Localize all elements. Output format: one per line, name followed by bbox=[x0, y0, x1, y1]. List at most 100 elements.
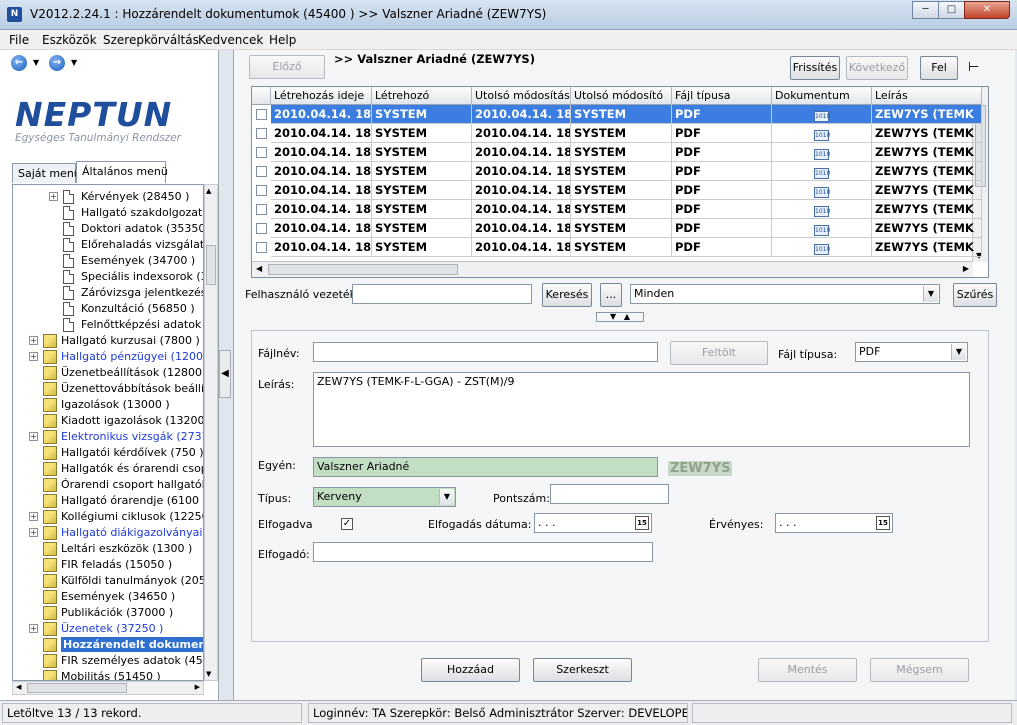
expand-icon[interactable]: + bbox=[29, 352, 38, 361]
grid-cell[interactable]: SYSTEM bbox=[571, 219, 672, 238]
grid-cell[interactable]: 2010.04.14. 18:0 bbox=[472, 143, 571, 162]
tree-horizontal-scrollbar[interactable]: ◀ ▶ bbox=[12, 681, 204, 695]
valid-date-field[interactable]: . . . 15 bbox=[775, 513, 893, 533]
maximize-button[interactable]: □ bbox=[938, 1, 965, 19]
grid-horizontal-scrollbar[interactable]: ◀ ▶ bbox=[252, 261, 973, 277]
grid-scroll-left-icon[interactable]: ◀ bbox=[256, 264, 262, 273]
grid-cell[interactable]: SYSTEM bbox=[571, 162, 672, 181]
person-field[interactable]: Valszner Ariadné bbox=[313, 457, 658, 477]
grid-cell[interactable]: ZEW7YS (TEMK bbox=[872, 181, 982, 200]
grid-cell[interactable]: PDF bbox=[672, 200, 772, 219]
grid-cell[interactable]: 2010.04.14. 18:0 bbox=[271, 105, 372, 124]
grid-hscroll-thumb[interactable] bbox=[268, 264, 458, 275]
row-checkbox[interactable] bbox=[256, 166, 267, 177]
grid-cell[interactable]: SYSTEM bbox=[372, 143, 472, 162]
grid-cell[interactable]: 2010.04.14. 18:0 bbox=[271, 200, 372, 219]
grid-cell[interactable]: 2010.04.14. 18:0 bbox=[472, 105, 571, 124]
grid-cell[interactable]: 2010.04.14. 18:0 bbox=[472, 124, 571, 143]
document-cell[interactable]: 1010 bbox=[772, 238, 872, 257]
up-button[interactable]: Fel bbox=[920, 56, 958, 80]
menu-help[interactable]: Help bbox=[269, 33, 296, 47]
row-checkbox[interactable] bbox=[256, 185, 267, 196]
back-icon[interactable]: ← bbox=[11, 55, 27, 71]
pin-icon[interactable]: ⊢ bbox=[968, 60, 979, 75]
grid-cell[interactable]: ZEW7YS (TEMK bbox=[872, 162, 982, 181]
menu-file[interactable]: File bbox=[9, 33, 29, 47]
add-button[interactable]: Hozzáad bbox=[421, 658, 520, 682]
document-icon[interactable]: 1010 bbox=[814, 149, 830, 160]
column-header[interactable]: Fájl típusa bbox=[672, 87, 772, 105]
chevron-down-icon[interactable]: ▼ bbox=[923, 286, 938, 302]
column-header[interactable]: Létrehozás ideje bbox=[271, 87, 372, 105]
arrow-down-icon[interactable]: ▼ bbox=[610, 312, 616, 321]
grid-cell[interactable]: 2010.04.14. 18:0 bbox=[472, 200, 571, 219]
scroll-down-icon[interactable]: ▼ bbox=[206, 670, 211, 678]
tree-scroll-thumb[interactable] bbox=[206, 245, 216, 285]
row-checkbox[interactable] bbox=[256, 109, 267, 120]
menu-tools[interactable]: Eszközök bbox=[42, 33, 97, 47]
grid-cell[interactable]: ZEW7YS (TEMK bbox=[872, 105, 982, 124]
grid-cell[interactable]: PDF bbox=[672, 124, 772, 143]
grid-cell[interactable]: SYSTEM bbox=[372, 200, 472, 219]
expand-icon[interactable]: + bbox=[29, 336, 38, 345]
more-button[interactable]: ... bbox=[600, 283, 622, 307]
document-icon[interactable]: 1010 bbox=[814, 130, 830, 141]
grid-cell[interactable]: 2010.04.14. 18:0 bbox=[271, 124, 372, 143]
grid-cell[interactable]: SYSTEM bbox=[372, 162, 472, 181]
document-cell[interactable]: 1010 bbox=[772, 124, 872, 143]
type-select[interactable]: Kerveny ▼ bbox=[313, 487, 456, 507]
tree-vertical-scrollbar[interactable]: ▲ ▼ bbox=[204, 184, 218, 681]
tab-own-menu[interactable]: Saját menü bbox=[12, 163, 81, 183]
grid-cell[interactable]: 2010.04.14. 18:0 bbox=[472, 219, 571, 238]
grid-cell[interactable]: PDF bbox=[672, 181, 772, 200]
tab-general-menu[interactable]: Általános menü bbox=[76, 161, 168, 183]
grid-cell[interactable]: ZEW7YS (TEMK bbox=[872, 200, 982, 219]
filename-field[interactable] bbox=[313, 342, 658, 362]
document-cell[interactable]: 1010 bbox=[772, 181, 872, 200]
accept-date-field[interactable]: . . . 15 bbox=[534, 513, 652, 533]
document-icon[interactable]: 1010 bbox=[814, 168, 830, 179]
document-icon[interactable]: 1010 bbox=[814, 187, 830, 198]
grid-cell[interactable]: SYSTEM bbox=[571, 105, 672, 124]
forward-icon[interactable]: → bbox=[49, 55, 65, 71]
grid-scroll-right-icon[interactable]: ▶ bbox=[963, 264, 969, 273]
filetype-select[interactable]: PDF ▼ bbox=[855, 342, 968, 362]
column-header[interactable]: Utolsó módosító bbox=[571, 87, 672, 105]
row-checkbox[interactable] bbox=[256, 242, 267, 253]
calendar-icon[interactable]: 15 bbox=[876, 516, 890, 530]
grid-cell[interactable]: 2010.04.14. 18:0 bbox=[271, 162, 372, 181]
type-chevron-icon[interactable]: ▼ bbox=[439, 489, 454, 505]
close-button[interactable]: ✕ bbox=[964, 1, 1010, 19]
document-cell[interactable]: 1010 bbox=[772, 105, 872, 124]
search-button[interactable]: Keresés bbox=[542, 283, 592, 307]
grid-cell[interactable]: SYSTEM bbox=[372, 238, 472, 257]
expand-icon[interactable]: + bbox=[29, 512, 38, 521]
document-icon[interactable]: 1010 bbox=[814, 225, 830, 236]
grid-cell[interactable]: 2010.04.14. 18:0 bbox=[472, 162, 571, 181]
document-icon[interactable]: 1010 bbox=[814, 206, 830, 217]
refresh-button[interactable]: Frissítés bbox=[790, 56, 840, 80]
filetype-chevron-icon[interactable]: ▼ bbox=[951, 344, 966, 360]
column-header[interactable]: Utolsó módosítás ... bbox=[472, 87, 571, 105]
expand-icon[interactable]: + bbox=[29, 432, 38, 441]
forward-dropdown-icon[interactable]: ▼ bbox=[71, 58, 77, 67]
filter-button[interactable]: Szűrés bbox=[953, 283, 997, 307]
expand-icon[interactable]: + bbox=[29, 528, 38, 537]
column-header[interactable]: Létrehozó bbox=[372, 87, 472, 105]
expand-icon[interactable]: + bbox=[49, 192, 58, 201]
grid-cell[interactable]: PDF bbox=[672, 105, 772, 124]
edit-button[interactable]: Szerkeszt bbox=[533, 658, 632, 682]
grid-cell[interactable]: ZEW7YS (TEMK bbox=[872, 143, 982, 162]
minimize-button[interactable]: ─ bbox=[912, 1, 939, 19]
prev-button[interactable]: Előző bbox=[249, 55, 325, 79]
row-checkbox[interactable] bbox=[256, 147, 267, 158]
document-cell[interactable]: 1010 bbox=[772, 219, 872, 238]
grid-cell[interactable]: SYSTEM bbox=[571, 143, 672, 162]
grid-cell[interactable]: SYSTEM bbox=[372, 124, 472, 143]
row-checkbox[interactable] bbox=[256, 223, 267, 234]
grid-cell[interactable]: SYSTEM bbox=[372, 105, 472, 124]
pane-collapse-toggle[interactable]: ◀ bbox=[219, 350, 231, 398]
grid-cell[interactable]: ZEW7YS (TEMK bbox=[872, 124, 982, 143]
column-header[interactable]: Leírás bbox=[872, 87, 982, 105]
split-toggle[interactable]: ▼ ▲ bbox=[596, 312, 644, 322]
